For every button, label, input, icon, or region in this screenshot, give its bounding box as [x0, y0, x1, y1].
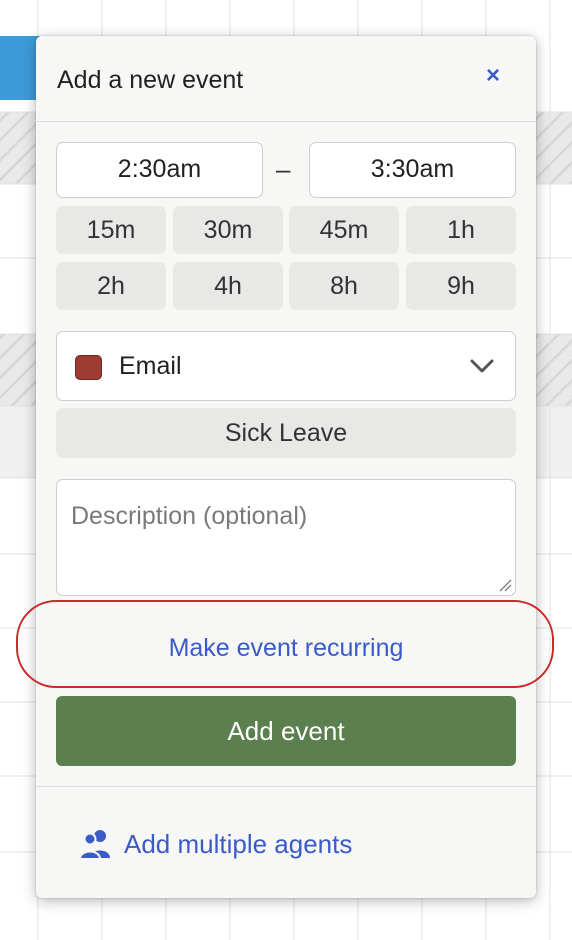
dialog-header: Add a new event × [36, 36, 536, 122]
duration-button-15m[interactable]: 15m [56, 206, 166, 254]
sick-leave-button[interactable]: Sick Leave [56, 408, 516, 458]
add-multiple-agents-label: Add multiple agents [124, 828, 353, 859]
users-icon [78, 830, 110, 860]
add-event-dialog: Add a new event × 2:30am – 3:30am 15m 30… [36, 36, 536, 898]
resize-grip-icon[interactable] [498, 578, 512, 592]
duration-button-2h[interactable]: 2h [56, 262, 166, 310]
add-event-button[interactable]: Add event [56, 696, 516, 766]
duration-button-30m[interactable]: 30m [173, 206, 283, 254]
chevron-down-icon [470, 359, 494, 373]
description-field[interactable]: Description (optional) [56, 479, 516, 596]
activity-color-swatch [75, 355, 102, 380]
duration-button-4h[interactable]: 4h [173, 262, 283, 310]
calendar-event-block[interactable] [0, 36, 40, 100]
footer-divider [36, 786, 536, 787]
time-separator: – [276, 154, 291, 184]
description-placeholder: Description (optional) [71, 502, 308, 530]
dialog-title: Add a new event [57, 66, 244, 94]
duration-button-9h[interactable]: 9h [406, 262, 516, 310]
duration-button-8h[interactable]: 8h [289, 262, 399, 310]
start-time-input[interactable]: 2:30am [56, 142, 263, 198]
add-multiple-agents-link[interactable]: Add multiple agents [78, 826, 352, 862]
duration-button-1h[interactable]: 1h [406, 206, 516, 254]
activity-select[interactable]: Email [56, 331, 516, 401]
duration-button-45m[interactable]: 45m [289, 206, 399, 254]
make-recurring-link[interactable]: Make event recurring [56, 626, 516, 670]
end-time-input[interactable]: 3:30am [309, 142, 516, 198]
close-button[interactable]: × [486, 64, 500, 88]
activity-selected-label: Email [119, 352, 182, 380]
